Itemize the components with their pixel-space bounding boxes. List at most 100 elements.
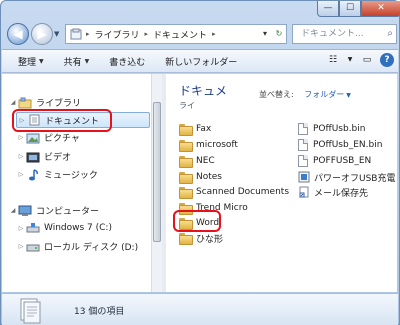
folder-item[interactable]: Scanned Documents [179,185,289,199]
nav-label-drive-d: ローカル ディスク (D:) [44,243,139,253]
organize-button[interactable]: 整理 ▼ [18,55,44,68]
nav-item-libraries[interactable]: ◢ ライブラリ [8,96,81,109]
expand-triangle-icon[interactable]: ▷ [16,243,26,250]
file-item[interactable]: POFFUSB_EN [298,154,371,168]
search-box[interactable]: ドキュメント... ⌕ [292,24,397,44]
nav-item-videos[interactable]: ▷ ビデオ [16,150,71,163]
folder-icon [179,233,193,245]
window-controls: — ☐ ✕ [317,1,400,17]
search-icon[interactable]: ⌕ [387,25,393,43]
file-name: パワーオフUSB充電 [314,173,396,184]
file-item[interactable]: メール保存先 [298,185,368,199]
command-bar: 整理 ▼ 共有 ▼ 書き込む 新しいフォルダー ☷ ▼ ▭ ? [2,49,398,73]
organize-label: 整理 [18,57,37,68]
share-label: 共有 [63,57,82,68]
navigation-bar: ◀ ▶ ▼ ▸ ライブラリ ▸ ドキュメント ▸ ▾ ↻ ドキュメント... ⌕ [5,21,397,47]
file-list-pane: ドキュメ ライ 並べ替え: フォルダー ▼ Fax microsoft NEC N… [166,74,397,292]
nav-pane-scrollbar[interactable] [151,74,162,292]
arrange-dropdown[interactable]: フォルダー ▼ [296,90,351,99]
file-name: POFFUSB_EN [313,156,372,166]
minimize-button[interactable]: — [317,1,339,17]
chevron-down-icon: ▼ [84,57,90,65]
expand-triangle-icon[interactable]: ▷ [16,171,26,178]
address-bar[interactable]: ▸ ライブラリ ▸ ドキュメント ▸ ▾ ↻ [65,24,287,44]
chevron-down-icon: ▼ [39,57,44,65]
highlight-word-folder [173,210,221,232]
folder-item[interactable]: ひな形 [179,231,223,245]
breadcrumb-separator-icon[interactable]: ▸ [212,30,216,38]
search-placeholder: ドキュメント... [301,29,364,39]
arrange-label: 並べ替え: [259,90,294,99]
item-count: 13 個の項目 [74,307,125,317]
folder-name: NEC [196,156,215,166]
highlight-documents [12,109,112,132]
folder-name: Notes [196,172,222,182]
folder-icon [179,140,193,152]
burn-button[interactable]: 書き込む [109,55,145,68]
collapse-triangle-icon[interactable]: ◢ [8,99,18,106]
nav-item-drive-d[interactable]: ▷ ローカル ディスク (D:) [16,240,138,253]
breadcrumb-separator-icon[interactable]: ▸ [86,30,90,38]
music-icon [29,168,38,180]
folder-item[interactable]: NEC [179,154,215,168]
refresh-icon[interactable]: ↻ [272,25,286,43]
nav-pane-scroll-thumb[interactable] [153,102,161,242]
folder-name: Scanned Documents [196,187,290,197]
nav-item-computer[interactable]: ◢ コンピューター [8,204,99,217]
back-button[interactable]: ◀ [7,23,29,45]
library-subtitle: ライ [179,101,195,110]
breadcrumb-libraries[interactable]: ライブラリ [95,28,140,41]
libraries-icon [18,97,32,108]
new-folder-label: 新しいフォルダー [165,57,238,68]
file-icon [298,123,308,135]
recent-pages-dropdown[interactable]: ▼ [54,30,59,38]
nav-item-pictures[interactable]: ▷ ピクチャ [16,131,80,144]
file-item[interactable]: POffUsb_EN.bin [298,138,382,152]
breadcrumb-documents[interactable]: ドキュメント [153,28,207,41]
folder-name: microsoft [196,140,238,150]
folder-icon [179,187,193,199]
view-options-icon[interactable]: ☷ [326,53,340,67]
nav-item-music[interactable]: ▷ ミュージック [16,168,98,181]
close-button[interactable]: ✕ [361,1,400,17]
expand-triangle-icon[interactable]: ▷ [16,153,26,160]
file-icon [298,155,308,167]
pictures-icon [26,133,40,143]
help-icon[interactable]: ? [380,53,394,67]
chevron-down-icon: ▼ [346,92,351,99]
computer-icon [18,205,32,216]
maximize-button[interactable]: ☐ [339,1,361,17]
forward-button[interactable]: ▶ [31,23,53,45]
preview-pane-icon[interactable]: ▭ [360,53,374,67]
system-drive-icon [26,223,40,233]
share-button[interactable]: 共有 ▼ [64,55,90,68]
folder-icon [179,124,193,136]
expand-triangle-icon[interactable]: ▷ [16,134,26,141]
documents-library-icon [20,298,41,324]
burn-label: 書き込む [109,57,146,68]
nav-item-drive-c[interactable]: ▷ Windows 7 (C:) [16,222,112,234]
details-pane: 13 個の項目 [2,293,398,325]
expand-triangle-icon[interactable]: ▷ [16,225,26,232]
collapse-triangle-icon[interactable]: ◢ [8,207,18,214]
explorer-window: — ☐ ✕ ◀ ▶ ▼ ▸ ライブラリ ▸ ドキュメント ▸ ▾ ↻ ドキュメン… [0,0,400,325]
folder-item[interactable]: Fax [179,122,211,136]
folder-item[interactable]: Notes [179,170,222,184]
folder-item[interactable]: microsoft [179,138,238,152]
videos-icon [26,152,40,162]
breadcrumb-separator-icon[interactable]: ▸ [145,30,149,38]
nav-label-music: ミュージック [44,171,98,181]
folder-name: Fax [196,124,212,134]
address-dropdown-icon[interactable]: ▾ [258,25,272,43]
view-dropdown-icon[interactable]: ▼ [346,53,354,67]
nav-label-computer: コンピューター [36,207,100,217]
folder-icon [179,172,193,184]
application-icon [298,171,310,183]
file-icon [298,139,308,151]
nav-label-videos: ビデオ [44,153,72,163]
file-item[interactable]: POffUsb.bin [298,122,365,136]
new-folder-button[interactable]: 新しいフォルダー [165,55,237,68]
folder-icon [179,156,193,168]
nav-label-libraries: ライブラリ [36,99,82,109]
file-item[interactable]: パワーオフUSB充電 [298,170,395,184]
